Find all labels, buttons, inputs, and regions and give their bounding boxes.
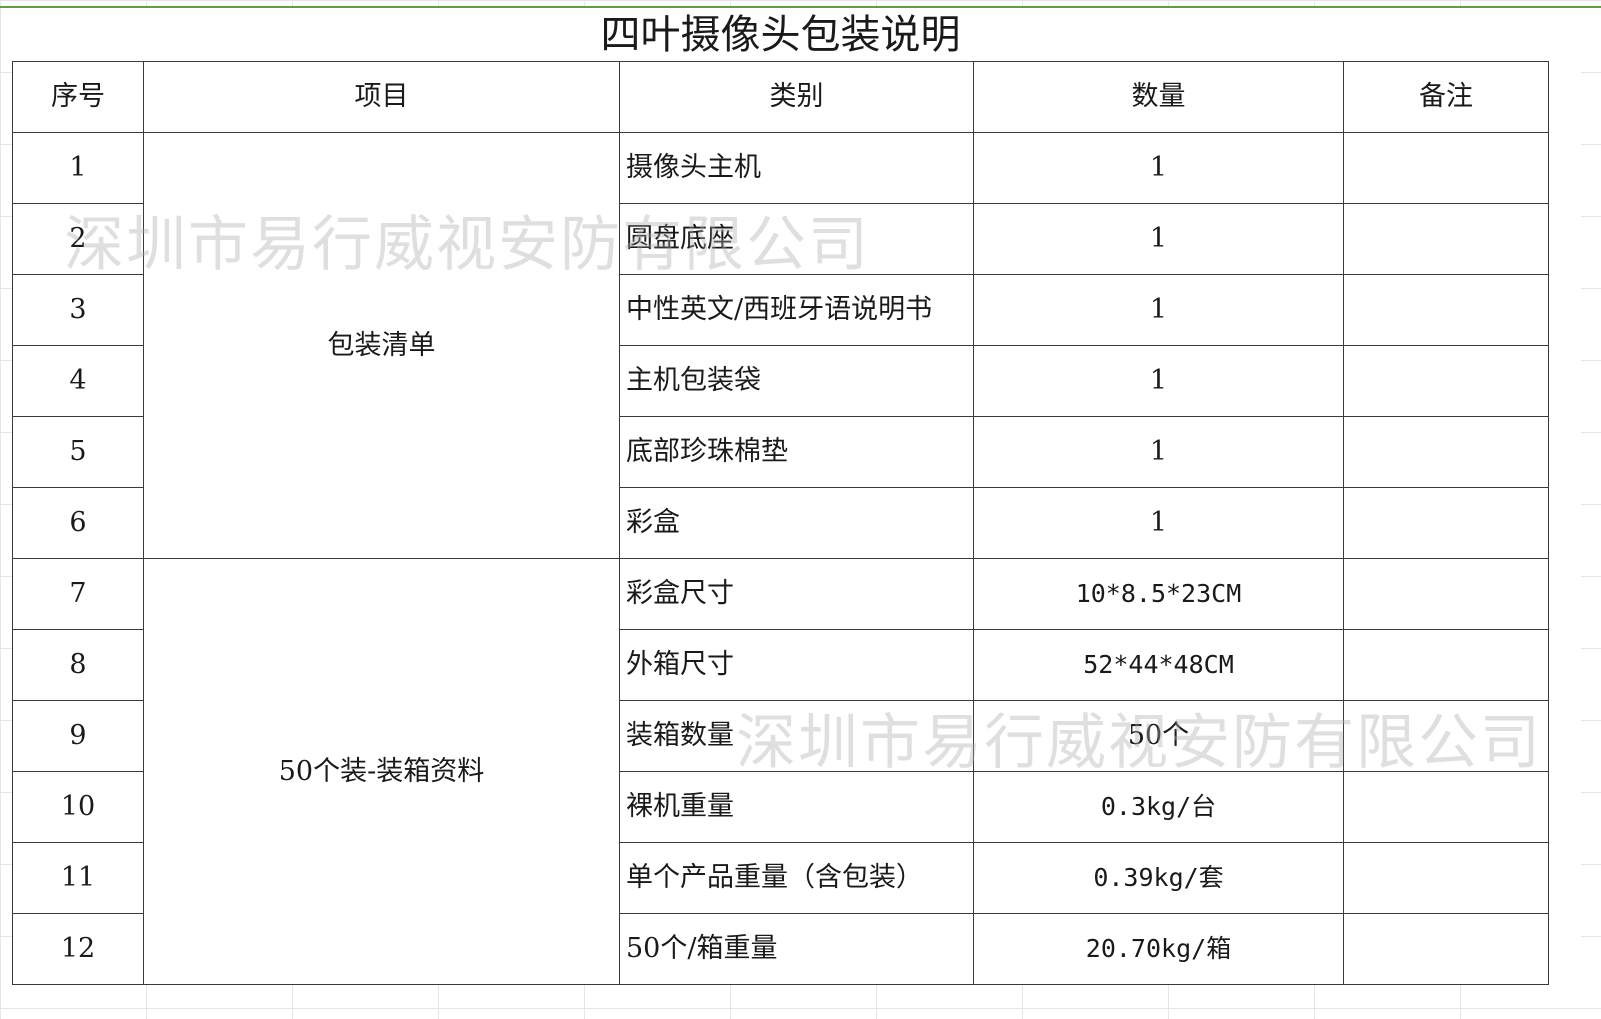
- empty-cell: [1549, 8, 1581, 62]
- empty-cell: [1549, 914, 1581, 985]
- row-index[interactable]: 3: [12, 274, 144, 346]
- empty-cell: [1549, 346, 1581, 417]
- group-packing-list[interactable]: 包装清单: [143, 132, 620, 559]
- empty-cell: [1549, 275, 1581, 346]
- row-remark[interactable]: [1343, 345, 1549, 417]
- row-remark[interactable]: [1343, 558, 1549, 630]
- row-remark[interactable]: [1343, 700, 1549, 772]
- row-index[interactable]: 9: [12, 700, 144, 772]
- empty-cell: [1549, 559, 1581, 630]
- row-category[interactable]: 底部珍珠棉垫: [619, 416, 974, 488]
- header-row: 序号 项目 类别 数量 备注: [12, 61, 1581, 133]
- header-item[interactable]: 项目: [143, 61, 620, 133]
- row-index[interactable]: 4: [12, 345, 144, 417]
- row-remark[interactable]: [1343, 416, 1549, 488]
- row-remark[interactable]: [1343, 132, 1549, 204]
- row-index[interactable]: 12: [12, 913, 144, 985]
- group-carton-info[interactable]: 50个装-装箱资料: [143, 558, 620, 985]
- row-index[interactable]: 10: [12, 771, 144, 843]
- row-index[interactable]: 11: [12, 842, 144, 914]
- row-index[interactable]: 8: [12, 629, 144, 701]
- header-category[interactable]: 类别: [619, 61, 974, 133]
- spreadsheet-sheet: 四叶摄像头包装说明 序号 项目 类别 数量 备注 1 包装清单 摄像头主机 1 …: [12, 8, 1581, 985]
- row-category[interactable]: 彩盒尺寸: [619, 558, 974, 630]
- row-category[interactable]: 中性英文/西班牙语说明书: [619, 274, 974, 346]
- row-quantity[interactable]: 50个: [973, 700, 1344, 772]
- row-category[interactable]: 摄像头主机: [619, 132, 974, 204]
- empty-cell: [1549, 62, 1581, 133]
- row-index[interactable]: 6: [12, 487, 144, 559]
- empty-cell: [1549, 417, 1581, 488]
- row-quantity[interactable]: 1: [973, 132, 1344, 204]
- row-category[interactable]: 彩盒: [619, 487, 974, 559]
- empty-cell: [1549, 630, 1581, 701]
- row-category[interactable]: 装箱数量: [619, 700, 974, 772]
- row-remark[interactable]: [1343, 629, 1549, 701]
- row-category[interactable]: 外箱尺寸: [619, 629, 974, 701]
- row-quantity[interactable]: 52*44*48CM: [973, 629, 1344, 701]
- row-index[interactable]: 5: [12, 416, 144, 488]
- row-index[interactable]: 2: [12, 203, 144, 275]
- table-row: 7 50个装-装箱资料 彩盒尺寸 10*8.5*23CM: [12, 558, 1581, 985]
- row-remark[interactable]: [1343, 274, 1549, 346]
- row-remark[interactable]: [1343, 487, 1549, 559]
- packaging-table: 四叶摄像头包装说明 序号 项目 类别 数量 备注 1 包装清单 摄像头主机 1 …: [12, 8, 1581, 985]
- row-category[interactable]: 单个产品重量（含包装）: [619, 842, 974, 914]
- row-quantity[interactable]: 1: [973, 416, 1344, 488]
- row-remark[interactable]: [1343, 913, 1549, 985]
- empty-cell: [1549, 843, 1581, 914]
- row-index[interactable]: 1: [12, 132, 144, 204]
- empty-cell: [1549, 204, 1581, 275]
- empty-cell: [1549, 701, 1581, 772]
- table-title[interactable]: 四叶摄像头包装说明: [12, 8, 1549, 62]
- row-category[interactable]: 50个/箱重量: [619, 913, 974, 985]
- empty-cell: [1549, 772, 1581, 843]
- row-remark[interactable]: [1343, 771, 1549, 843]
- empty-cell: [1549, 488, 1581, 559]
- row-quantity[interactable]: 20.70kg/箱: [973, 913, 1344, 985]
- row-remark[interactable]: [1343, 203, 1549, 275]
- row-quantity[interactable]: 1: [973, 345, 1344, 417]
- empty-cell: [1549, 133, 1581, 204]
- row-quantity[interactable]: 0.39kg/套: [973, 842, 1344, 914]
- row-quantity[interactable]: 1: [973, 487, 1344, 559]
- row-quantity[interactable]: 1: [973, 203, 1344, 275]
- row-category[interactable]: 圆盘底座: [619, 203, 974, 275]
- header-quantity[interactable]: 数量: [973, 61, 1344, 133]
- row-remark[interactable]: [1343, 842, 1549, 914]
- row-category[interactable]: 裸机重量: [619, 771, 974, 843]
- header-remark[interactable]: 备注: [1343, 61, 1549, 133]
- table-row: 1 包装清单 摄像头主机 1: [12, 132, 1581, 559]
- row-category[interactable]: 主机包装袋: [619, 345, 974, 417]
- row-quantity[interactable]: 10*8.5*23CM: [973, 558, 1344, 630]
- row-index[interactable]: 7: [12, 558, 144, 630]
- header-index[interactable]: 序号: [12, 61, 144, 133]
- row-quantity[interactable]: 1: [973, 274, 1344, 346]
- row-quantity[interactable]: 0.3kg/台: [973, 771, 1344, 843]
